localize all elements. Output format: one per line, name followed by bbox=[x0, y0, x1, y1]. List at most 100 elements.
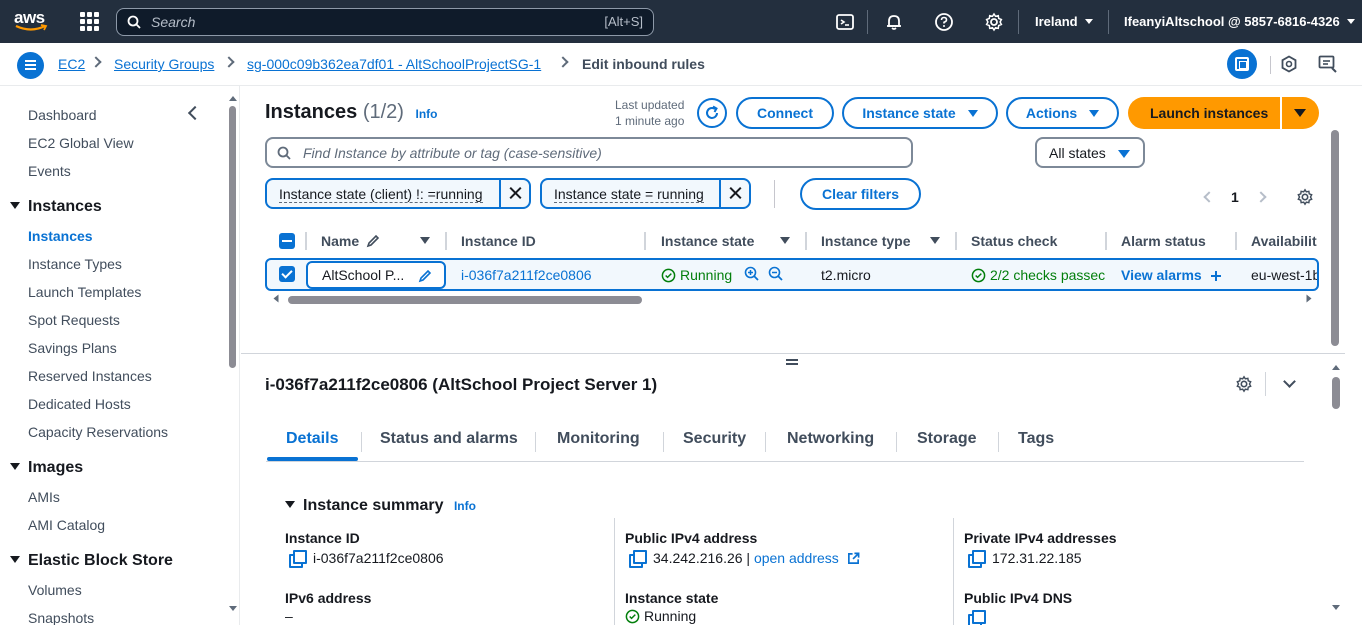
instance-filter-box[interactable] bbox=[265, 137, 913, 168]
info-link[interactable]: Info bbox=[416, 107, 438, 121]
details-settings-icon[interactable] bbox=[1235, 375, 1253, 393]
scroll-right-icon[interactable] bbox=[1306, 294, 1312, 303]
next-page-icon[interactable] bbox=[1255, 191, 1267, 203]
search-input[interactable] bbox=[151, 12, 551, 32]
column-header-name[interactable]: Name bbox=[321, 233, 380, 249]
nav-dashboard[interactable]: Dashboard bbox=[28, 107, 97, 123]
tab-status-and-alarms[interactable]: Status and alarms bbox=[380, 430, 518, 448]
nav-amis[interactable]: AMIs bbox=[28, 489, 60, 505]
chevron-down-icon[interactable] bbox=[1283, 375, 1296, 388]
zoom-in-icon[interactable] bbox=[744, 266, 760, 282]
search-box[interactable]: [Alt+S] bbox=[116, 8, 654, 36]
tab-tags[interactable]: Tags bbox=[1018, 430, 1054, 448]
tab-monitoring[interactable]: Monitoring bbox=[557, 430, 640, 448]
column-header-instance-id[interactable]: Instance ID bbox=[461, 233, 536, 249]
scroll-down-icon[interactable] bbox=[1332, 605, 1340, 610]
tab-details[interactable]: Details bbox=[286, 430, 338, 448]
settings-icon[interactable] bbox=[984, 12, 1004, 32]
region-selector[interactable]: Ireland bbox=[1035, 14, 1093, 29]
feedback-icon[interactable] bbox=[1318, 55, 1338, 73]
upper-pane-scrollbar[interactable] bbox=[1330, 126, 1340, 351]
account-menu[interactable]: IfeanyiAltschool @ 5857-6816-4326 bbox=[1124, 14, 1355, 29]
open-address-link[interactable]: open address bbox=[754, 550, 839, 566]
nav-snapshots[interactable]: Snapshots bbox=[28, 610, 94, 625]
filter-token-label[interactable]: Instance state (client) !: =running bbox=[279, 186, 483, 203]
page-number[interactable]: 1 bbox=[1231, 189, 1239, 205]
instance-id-link[interactable]: i-036f7a211f2ce0806 bbox=[461, 267, 592, 283]
nav-launch-templates[interactable]: Launch Templates bbox=[28, 284, 141, 300]
table-horizontal-scrollbar[interactable] bbox=[272, 294, 1312, 305]
nav-section-images[interactable]: Images bbox=[10, 459, 83, 477]
zoom-out-icon[interactable] bbox=[768, 266, 784, 282]
tab-storage[interactable]: Storage bbox=[917, 430, 977, 448]
external-link-icon[interactable] bbox=[847, 552, 860, 565]
tab-networking[interactable]: Networking bbox=[787, 430, 874, 448]
table-row[interactable]: AltSchool P... i-036f7a211f2ce0806 Runni… bbox=[265, 258, 1319, 291]
actions-button[interactable]: Actions bbox=[1006, 97, 1119, 129]
states-select[interactable]: All states bbox=[1035, 137, 1145, 168]
nav-dedicated-hosts[interactable]: Dedicated Hosts bbox=[28, 396, 131, 412]
instance-state-button[interactable]: Instance state bbox=[842, 97, 998, 129]
plus-icon[interactable] bbox=[1210, 270, 1222, 282]
clear-filters-button[interactable]: Clear filters bbox=[800, 178, 921, 210]
hexagon-icon[interactable] bbox=[1280, 55, 1298, 73]
nav-savings-plans[interactable]: Savings Plans bbox=[28, 340, 117, 356]
remove-filter-icon[interactable] bbox=[499, 180, 529, 207]
panel-layout-button[interactable] bbox=[1227, 49, 1257, 79]
sort-caret-icon[interactable] bbox=[420, 237, 430, 244]
copy-icon[interactable] bbox=[968, 550, 986, 568]
caret-down-icon[interactable] bbox=[1294, 109, 1306, 117]
nav-section-instances[interactable]: Instances bbox=[10, 198, 102, 216]
column-header-alarm-status[interactable]: Alarm status bbox=[1121, 233, 1206, 249]
edit-pencil-icon[interactable] bbox=[418, 269, 432, 283]
cloudshell-icon[interactable] bbox=[835, 12, 855, 32]
select-all-checkbox[interactable] bbox=[279, 233, 295, 249]
info-link[interactable]: Info bbox=[454, 499, 476, 513]
nav-volumes[interactable]: Volumes bbox=[28, 582, 82, 598]
details-scrollbar[interactable] bbox=[1331, 365, 1341, 621]
instance-summary-header[interactable]: Instance summary Info bbox=[285, 497, 476, 515]
tab-security[interactable]: Security bbox=[683, 430, 746, 448]
column-header-instance-type[interactable]: Instance type bbox=[821, 233, 910, 249]
launch-instances-button[interactable]: Launch instances bbox=[1128, 97, 1319, 129]
nav-reserved-instances[interactable]: Reserved Instances bbox=[28, 368, 152, 384]
nav-instance-types[interactable]: Instance Types bbox=[28, 256, 122, 272]
copy-icon[interactable] bbox=[289, 550, 307, 568]
filter-token[interactable]: Instance state = running bbox=[540, 178, 751, 209]
services-grid-icon[interactable] bbox=[80, 12, 99, 31]
connect-button[interactable]: Connect bbox=[736, 97, 834, 129]
nav-capacity-reservations[interactable]: Capacity Reservations bbox=[28, 424, 168, 440]
breadcrumb-security-group[interactable]: sg-000c09b362ea7df01 - AltSchoolProjectS… bbox=[247, 56, 541, 72]
previous-page-icon[interactable] bbox=[1203, 191, 1215, 203]
copy-icon[interactable] bbox=[968, 610, 986, 625]
nav-section-ebs[interactable]: Elastic Block Store bbox=[10, 552, 173, 570]
help-icon[interactable] bbox=[934, 12, 954, 32]
nav-instances[interactable]: Instances bbox=[28, 228, 93, 244]
aws-logo[interactable]: aws bbox=[14, 9, 50, 35]
scroll-up-icon[interactable] bbox=[1332, 365, 1340, 370]
sort-caret-icon[interactable] bbox=[780, 237, 790, 244]
column-header-status-check[interactable]: Status check bbox=[971, 233, 1057, 249]
filter-token-label[interactable]: Instance state = running bbox=[554, 186, 704, 203]
scroll-left-icon[interactable] bbox=[273, 294, 279, 303]
remove-filter-icon[interactable] bbox=[719, 180, 749, 207]
instance-filter-input[interactable] bbox=[303, 144, 883, 162]
breadcrumb-security-groups[interactable]: Security Groups bbox=[114, 56, 214, 72]
breadcrumb-ec2[interactable]: EC2 bbox=[58, 56, 85, 72]
nav-ec2-global-view[interactable]: EC2 Global View bbox=[28, 135, 134, 151]
nav-ami-catalog[interactable]: AMI Catalog bbox=[28, 517, 105, 533]
resize-handle-icon[interactable] bbox=[786, 359, 798, 365]
scrollbar-thumb[interactable] bbox=[288, 296, 642, 304]
collapse-nav-icon[interactable] bbox=[187, 105, 203, 121]
name-cell-editor[interactable]: AltSchool P... bbox=[306, 261, 446, 289]
filter-token[interactable]: Instance state (client) !: =running bbox=[265, 178, 531, 209]
scroll-up-icon[interactable] bbox=[229, 96, 237, 101]
row-checkbox[interactable] bbox=[279, 266, 295, 282]
view-alarms-link[interactable]: View alarms bbox=[1121, 267, 1222, 283]
table-settings-icon[interactable] bbox=[1296, 188, 1314, 206]
bell-icon[interactable] bbox=[884, 12, 904, 32]
scroll-down-icon[interactable] bbox=[229, 606, 237, 611]
copy-icon[interactable] bbox=[629, 550, 647, 568]
sidebar-scrollbar[interactable] bbox=[228, 96, 237, 616]
scrollbar-thumb[interactable] bbox=[1331, 130, 1339, 346]
